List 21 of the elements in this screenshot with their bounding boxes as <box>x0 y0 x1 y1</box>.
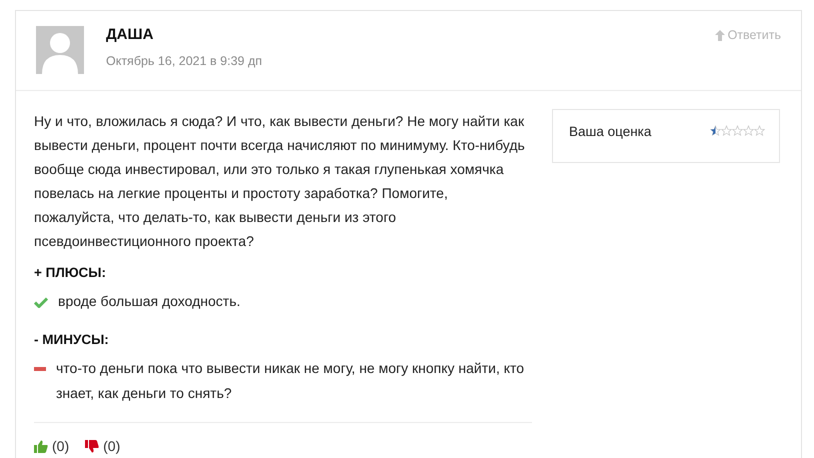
rating-label: Ваша оценка <box>569 124 652 139</box>
star-icon[interactable] <box>710 125 721 136</box>
con-item: что-то деньги пока что вывести никак не могу, не могу кнопку найти, кто знает, как деньги то снять? <box>56 359 526 403</box>
star-icon[interactable] <box>721 125 732 136</box>
star-icon[interactable] <box>754 125 765 136</box>
cons-heading: - МИНУСЫ: <box>34 331 110 349</box>
like-button[interactable]: (0) <box>34 438 70 454</box>
arrow-up-icon <box>714 30 725 40</box>
thumbs-up-icon <box>34 440 48 452</box>
review-date: Октябрь 16, 2021 в 9:39 дп <box>106 54 264 68</box>
star-icon[interactable] <box>732 125 743 136</box>
pro-item: вроде большая доходность. <box>58 292 240 311</box>
review-text: Ну и что, вложилась я сюда? И что, как вывести деньги? Не могу найти как вывести деньги, процент почти всегда начисляют по минимуму. Кто-нибудь вообще сюда инвестировал, или это только я такая глупенькая хомячка повелась на легкие проценты и простоту заработка? Помогите, пожалуйста, что делать-то, как вывести деньги из этого псевдоинвестиционного проекта? <box>34 112 526 251</box>
check-icon <box>34 297 48 308</box>
thumbs-down-icon <box>85 440 100 452</box>
pros-heading: + ПЛЮСЫ: <box>34 264 108 282</box>
star-icon[interactable] <box>743 125 754 136</box>
dislike-button[interactable]: (0) <box>85 438 120 454</box>
author-name: ДАША <box>106 26 154 43</box>
avatar-icon <box>36 26 84 74</box>
minus-icon <box>34 367 46 371</box>
